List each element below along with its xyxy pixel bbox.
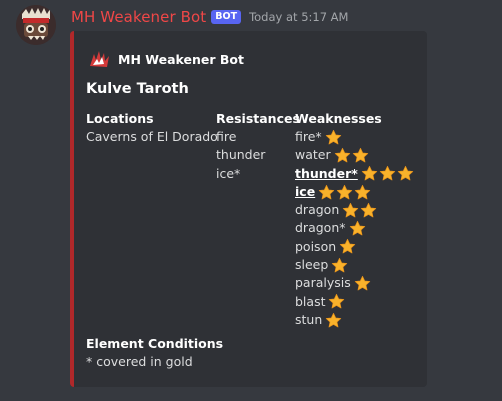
weakness-row: dragon <box>295 201 415 219</box>
star-icon <box>343 202 359 218</box>
resistance-value: ice* <box>216 165 241 181</box>
star-icon <box>361 166 377 181</box>
resistance-value: fire <box>216 129 237 144</box>
field-name-element-conditions: Element Conditions <box>86 336 224 351</box>
star-icon <box>326 312 342 327</box>
field-resistances: Resistances fire thunder ice* <box>216 109 300 183</box>
star-icon <box>379 166 395 181</box>
star-rating <box>361 165 415 182</box>
star-rating <box>334 147 370 164</box>
field-value-weaknesses: fire* water thunder* ice dragon dragon* poison… <box>295 128 415 329</box>
weakness-row: ice <box>295 183 415 201</box>
bot-avatar[interactable] <box>16 5 56 45</box>
weakness-label: blast <box>295 293 326 309</box>
star-rating <box>339 238 357 255</box>
star-icon <box>339 239 356 254</box>
location-value: Caverns of El Dorado <box>86 129 218 144</box>
resistance-value: thunder <box>216 147 266 163</box>
star-rating <box>325 129 343 146</box>
field-name-resistances: Resistances <box>216 111 300 126</box>
weakness-row: water <box>295 146 415 164</box>
field-name-locations: Locations <box>86 111 154 126</box>
star-icon <box>352 147 368 163</box>
weakness-row: sleep <box>295 256 415 274</box>
weakness-row: stun <box>295 311 415 329</box>
weakness-label: paralysis <box>295 275 351 291</box>
author-name[interactable]: MH Weakener Bot <box>71 8 206 26</box>
weakness-label: stun <box>295 311 323 327</box>
field-value-resistances: fire thunder ice* <box>216 128 300 183</box>
monster-face-icon <box>16 5 56 45</box>
weakness-row: blast <box>295 293 415 311</box>
weakness-label: fire* <box>295 129 322 144</box>
weakness-label: water <box>295 147 331 163</box>
embed-title: Kulve Taroth <box>86 81 189 97</box>
weakness-row: poison <box>295 238 415 256</box>
weakness-row: fire* <box>295 128 415 146</box>
weakness-row: dragon* <box>295 219 415 237</box>
star-icon <box>319 184 335 199</box>
star-rating <box>342 202 378 219</box>
star-rating <box>354 275 372 292</box>
star-icon <box>325 129 341 145</box>
field-locations: Locations Caverns of El Dorado <box>86 109 218 146</box>
field-weaknesses: Weaknesses fire* water thunder* ice dragon dr… <box>295 109 415 329</box>
star-rating <box>331 257 349 274</box>
weakness-label: thunder* <box>295 165 358 181</box>
weakness-label: dragon <box>295 202 340 218</box>
star-rating <box>349 220 367 237</box>
star-icon <box>334 147 350 163</box>
message-timestamp[interactable]: Today at 5:17 AM <box>249 10 348 24</box>
field-name-weaknesses: Weaknesses <box>295 111 382 126</box>
weakness-label: poison <box>295 238 337 254</box>
weakness-row: paralysis <box>295 274 415 292</box>
weakness-row: thunder* <box>295 165 415 183</box>
weakness-label: dragon* <box>295 220 346 236</box>
element-conditions-value: * covered in gold <box>86 354 193 369</box>
star-icon <box>354 275 370 291</box>
star-icon <box>361 202 377 218</box>
field-element-conditions: Element Conditions * covered in gold <box>86 334 223 371</box>
embed-author-name[interactable]: MH Weakener Bot <box>118 52 244 67</box>
field-value-locations: Caverns of El Dorado <box>86 128 218 146</box>
star-rating <box>328 293 346 310</box>
star-rating <box>318 184 372 201</box>
bot-tag-badge: BOT <box>211 10 242 24</box>
star-icon <box>332 257 348 273</box>
message-header: MH Weakener Bot BOT Today at 5:17 AM <box>71 7 348 27</box>
star-icon <box>337 184 353 199</box>
embed-card: MH Weakener Bot Kulve Taroth Locations C… <box>70 31 427 387</box>
star-icon <box>397 166 413 181</box>
weakness-label: ice <box>295 183 316 199</box>
star-icon <box>349 221 365 236</box>
embed-author: MH Weakener Bot <box>88 48 244 70</box>
star-icon <box>355 184 371 199</box>
star-rating <box>325 312 343 329</box>
weakness-label: sleep <box>295 257 329 273</box>
star-icon <box>329 294 345 309</box>
claw-mark-icon <box>88 48 110 70</box>
